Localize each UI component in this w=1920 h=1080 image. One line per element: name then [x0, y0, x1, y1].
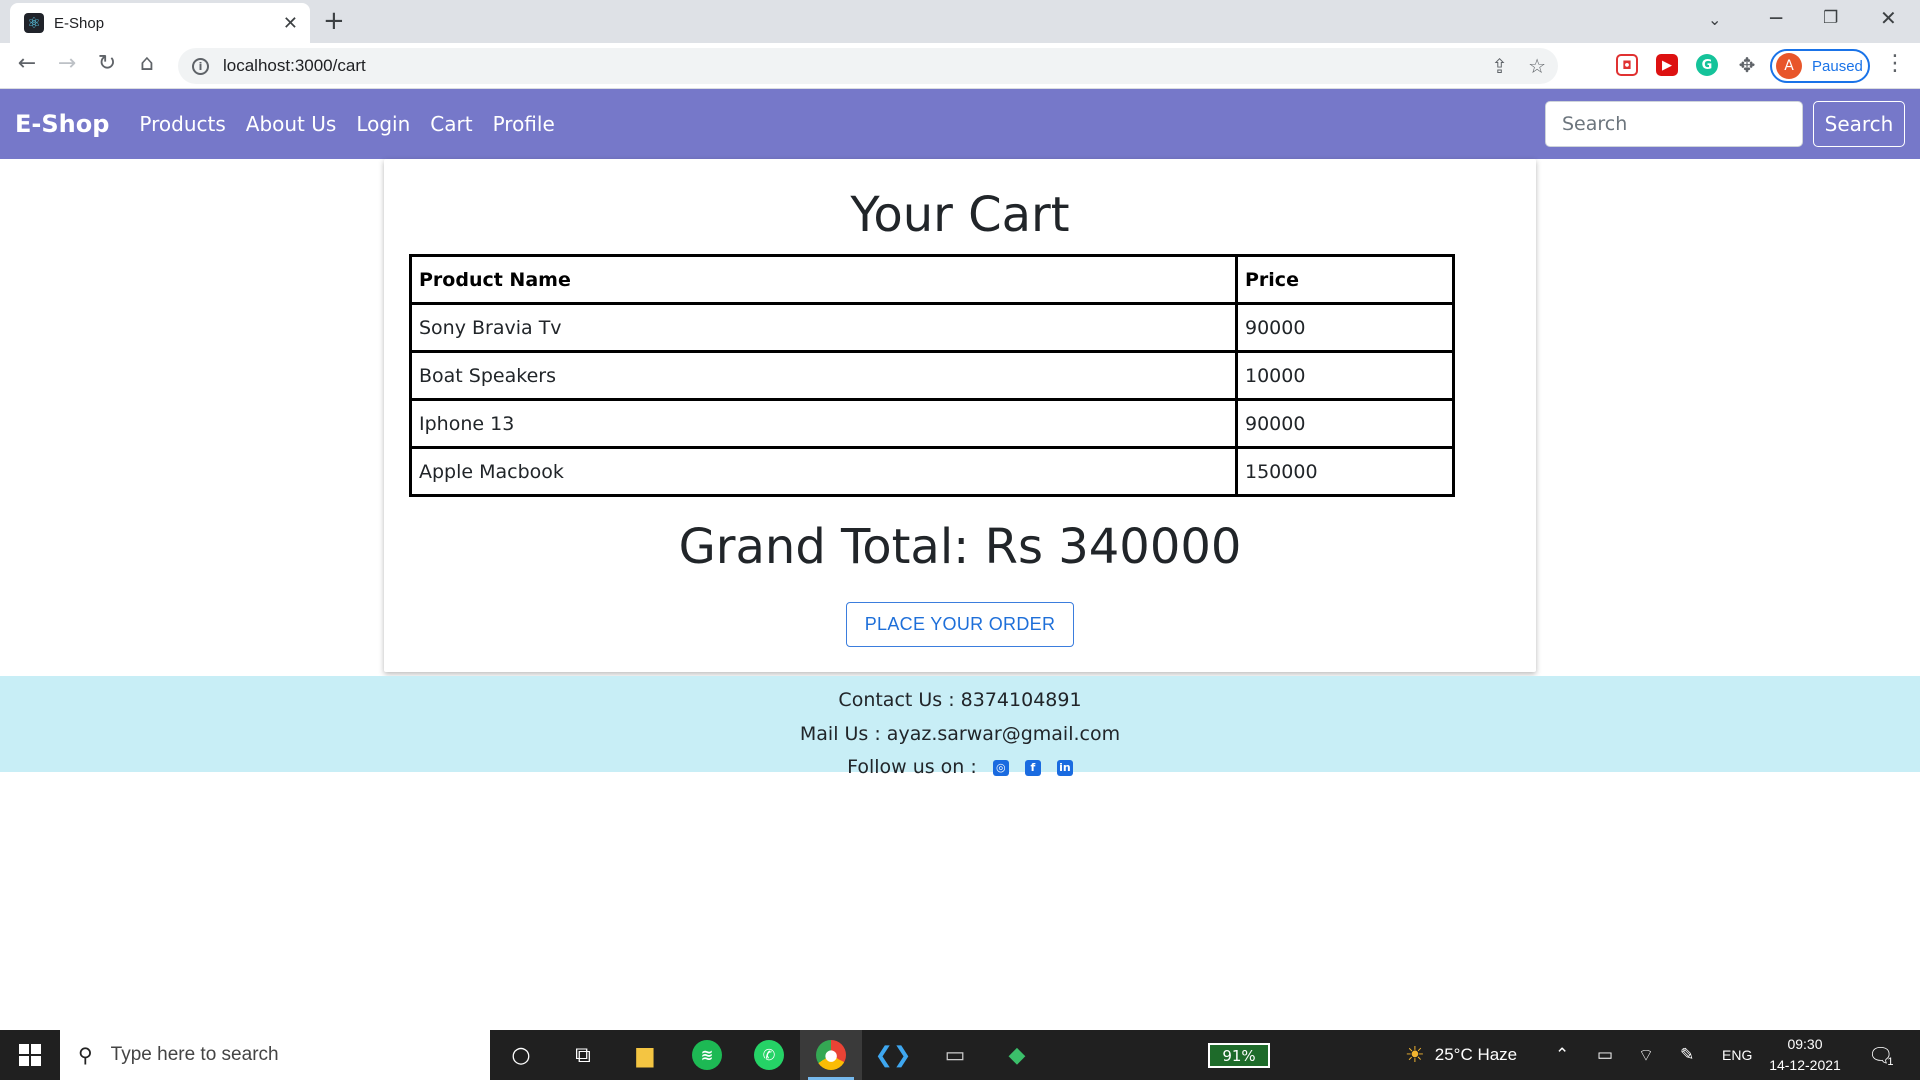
chrome-icon[interactable]: ● — [800, 1030, 862, 1080]
grammarly-extension-icon[interactable]: G — [1696, 54, 1718, 76]
linkedin-icon[interactable]: in — [1056, 759, 1073, 776]
mail-text: Mail Us : ayaz.sarwar@gmail.com — [799, 723, 1121, 745]
restore-icon[interactable]: ❐ — [1823, 8, 1838, 28]
back-icon[interactable]: ← — [12, 51, 42, 76]
site-navbar: E-Shop Products About Us Login Cart Prof… — [0, 89, 1920, 159]
close-icon[interactable]: ✕ — [283, 13, 298, 34]
profile-status: Paused — [1812, 57, 1863, 75]
clock-date: 14-12-2021 — [1769, 1057, 1841, 1073]
cart-table: Product Name Price Sony Bravia Tv 90000 … — [409, 254, 1455, 497]
nav-link-about-us[interactable]: About Us — [246, 112, 337, 136]
search-button[interactable]: Search — [1813, 101, 1905, 147]
instagram-icon[interactable]: ◎ — [992, 759, 1009, 776]
search-input[interactable]: Search — [1545, 101, 1803, 147]
tab-search-icon[interactable]: ⌄ — [1708, 10, 1721, 29]
weather-widget[interactable]: ☀ 25°C Haze — [1405, 1030, 1517, 1080]
tab-title: E-Shop — [54, 14, 105, 32]
home-icon[interactable]: ⌂ — [132, 51, 162, 76]
taskbar-search-input[interactable]: ⚲ Type here to search — [60, 1030, 490, 1080]
follow-row: Follow us on : ◎ f in — [0, 756, 1920, 778]
new-tab-button[interactable]: + — [323, 6, 345, 36]
table-header-row: Product Name Price — [409, 254, 1455, 305]
search-icon: ⚲ — [78, 1044, 93, 1067]
youtube-extension-icon[interactable]: ▶ — [1656, 54, 1678, 76]
window-close-icon[interactable]: ✕ — [1880, 6, 1897, 30]
windows-taskbar: ⚲ Type here to search ○ ⧉ ▆ ≋ ✆ ● ❮❯ ▭ ◆… — [0, 1030, 1920, 1080]
battery-tray-icon[interactable]: ▭ — [1597, 1030, 1613, 1080]
url-text[interactable]: localhost:3000/cart — [223, 56, 366, 76]
price-cell: 10000 — [1235, 350, 1455, 401]
spotify-icon[interactable]: ≋ — [676, 1030, 738, 1080]
browser-toolbar: ← → ↻ ⌂ i localhost:3000/cart ⇪ ☆ ◘ ▶ G … — [0, 43, 1920, 89]
contact-text: Contact Us : 8374104891 — [838, 689, 1082, 711]
wifi-icon[interactable]: ⌔ — [1638, 1030, 1654, 1080]
place-order-button[interactable]: PLACE YOUR ORDER — [846, 602, 1074, 647]
address-bar[interactable]: i localhost:3000/cart ⇪ ☆ — [178, 48, 1558, 84]
table-row: Iphone 13 90000 — [409, 398, 1455, 449]
table-row: Boat Speakers 10000 — [409, 350, 1455, 401]
cortana-icon[interactable]: ○ — [490, 1030, 552, 1080]
page-title: Your Cart — [850, 187, 1070, 243]
site-footer: Contact Us : 8374104891 Mail Us : ayaz.s… — [0, 676, 1920, 778]
extensions-puzzle-icon[interactable]: ✥ — [1736, 53, 1758, 77]
minimize-icon[interactable]: ─ — [1770, 6, 1782, 30]
reload-icon[interactable]: ↻ — [92, 51, 122, 76]
system-clock[interactable]: 09:30 14-12-2021 — [1760, 1034, 1850, 1076]
product-name-cell: Boat Speakers — [409, 350, 1238, 401]
whatsapp-icon[interactable]: ✆ — [738, 1030, 800, 1080]
vscode-icon[interactable]: ❮❯ — [862, 1030, 924, 1080]
react-icon: ⚛ — [24, 13, 44, 33]
brand-logo[interactable]: E-Shop — [15, 110, 109, 138]
column-header-price: Price — [1235, 254, 1455, 305]
follow-label: Follow us on : — [847, 756, 977, 778]
price-cell: 150000 — [1235, 446, 1455, 497]
cart-card: Your Cart Product Name Price Sony Bravia… — [384, 159, 1536, 672]
grand-total: Grand Total: Rs 340000 — [678, 519, 1242, 575]
product-name-cell: Iphone 13 — [409, 398, 1238, 449]
table-row: Apple Macbook 150000 — [409, 446, 1455, 497]
app-rocket-icon[interactable]: ◆ — [986, 1030, 1048, 1080]
price-cell: 90000 — [1235, 302, 1455, 353]
battery-indicator: 91% — [1208, 1043, 1270, 1068]
language-indicator[interactable]: ENG — [1722, 1030, 1752, 1080]
weather-text: 25°C Haze — [1434, 1045, 1518, 1064]
product-name-cell: Sony Bravia Tv — [409, 302, 1238, 353]
nav-link-products[interactable]: Products — [139, 112, 225, 136]
nav-link-profile[interactable]: Profile — [493, 112, 555, 136]
browser-tab-strip: ⚛ E-Shop ✕ + ⌄ ─ ❐ ✕ — [0, 0, 1920, 43]
forward-icon[interactable]: → — [52, 51, 82, 76]
notifications-icon[interactable]: 🗨 1 — [1868, 1030, 1894, 1080]
clock-time: 09:30 — [1787, 1036, 1823, 1052]
notification-count: 1 — [1887, 1056, 1894, 1068]
start-button[interactable] — [0, 1030, 60, 1080]
table-row: Sony Bravia Tv 90000 — [409, 302, 1455, 353]
browser-menu-icon[interactable]: ⋮ — [1880, 51, 1910, 76]
price-cell: 90000 — [1235, 398, 1455, 449]
task-view-icon[interactable]: ⧉ — [552, 1030, 614, 1080]
facebook-icon[interactable]: f — [1024, 759, 1041, 776]
nav-link-login[interactable]: Login — [356, 112, 410, 136]
info-icon[interactable]: i — [192, 57, 209, 75]
taskbar-search-placeholder: Type here to search — [110, 1044, 279, 1065]
pen-icon[interactable]: ✎ — [1680, 1030, 1694, 1080]
avatar: A — [1776, 53, 1802, 79]
nav-link-cart[interactable]: Cart — [430, 112, 472, 136]
browser-tab[interactable]: ⚛ E-Shop ✕ — [10, 3, 310, 43]
column-header-product-name: Product Name — [409, 254, 1238, 305]
windows-logo-icon — [19, 1044, 41, 1066]
product-name-cell: Apple Macbook — [409, 446, 1238, 497]
pocket-extension-icon[interactable]: ◘ — [1616, 54, 1638, 76]
profile-button[interactable]: A Paused — [1770, 49, 1870, 83]
bookmark-star-icon[interactable]: ☆ — [1528, 54, 1546, 78]
show-hidden-icons-icon[interactable]: ⌃ — [1555, 1030, 1569, 1080]
file-explorer-icon[interactable]: ▆ — [614, 1030, 676, 1080]
terminal-icon[interactable]: ▭ — [924, 1030, 986, 1080]
weather-sun-icon: ☀ — [1405, 1042, 1425, 1067]
share-icon[interactable]: ⇪ — [1491, 54, 1508, 78]
